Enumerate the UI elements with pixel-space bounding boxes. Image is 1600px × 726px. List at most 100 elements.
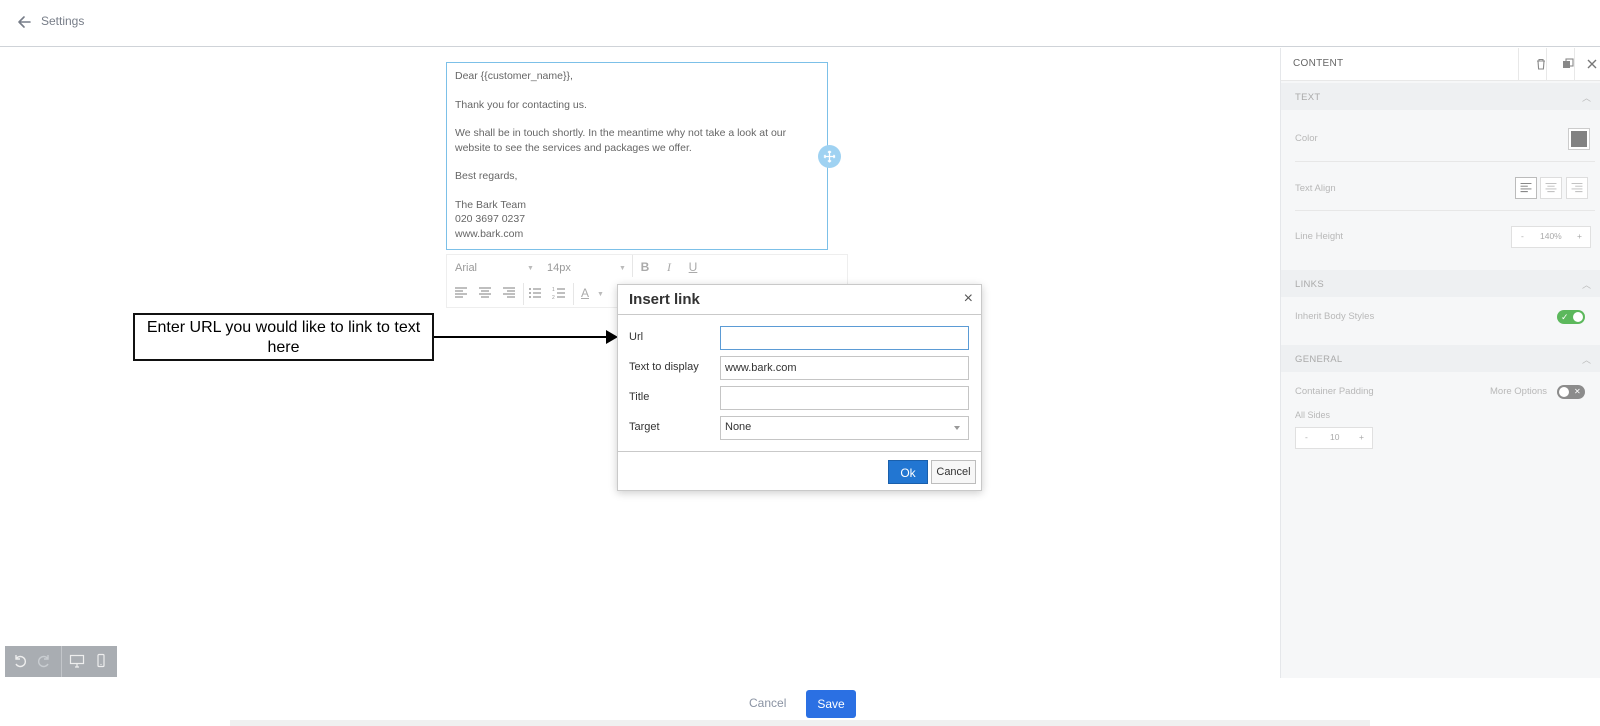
general-section-title: GENERAL <box>1295 354 1343 365</box>
dialog-cancel-button[interactable]: Cancel <box>931 460 976 484</box>
line-height-stepper[interactable]: - 140% + <box>1511 226 1591 248</box>
divider <box>632 255 633 277</box>
align-right-icon[interactable] <box>501 285 517 301</box>
email-line-2: We shall be in touch shortly. In the mea… <box>455 127 787 154</box>
italic-button[interactable]: I <box>661 259 677 275</box>
undo-icon[interactable] <box>12 653 28 669</box>
properties-panel: CONTENT TEXT ︿ Color Text Align Line Hei… <box>1280 48 1600 678</box>
divider <box>1546 48 1547 81</box>
close-icon[interactable]: × <box>964 291 973 307</box>
save-button[interactable]: Save <box>806 690 856 718</box>
target-row: Target None <box>629 416 974 440</box>
divider <box>1574 48 1575 81</box>
inherit-body-styles-toggle[interactable]: ✓ <box>1557 310 1585 324</box>
padding-stepper[interactable]: - 10 + <box>1295 427 1373 449</box>
email-greeting: Dear {{customer_name}}, <box>455 70 573 82</box>
text-section-title: TEXT <box>1295 92 1321 103</box>
email-text-block[interactable]: Dear {{customer_name}}, Thank you for co… <box>446 62 828 250</box>
align-right-icon[interactable] <box>1566 177 1588 199</box>
bold-button[interactable]: B <box>637 259 653 275</box>
align-left-icon[interactable] <box>1515 177 1537 199</box>
all-sides-label: All Sides <box>1295 410 1331 420</box>
footer-shadow <box>230 720 1370 726</box>
panel-header: CONTENT <box>1281 48 1600 81</box>
align-center-icon[interactable] <box>1540 177 1562 199</box>
text-section-header[interactable]: TEXT ︿ <box>1281 83 1600 110</box>
dialog-footer: Ok Cancel <box>618 451 981 491</box>
text-color-button[interactable]: A <box>577 285 593 301</box>
duplicate-icon[interactable] <box>1561 57 1575 71</box>
padding-decrement[interactable]: - <box>1305 432 1308 442</box>
text-align-label: Text Align <box>1295 183 1336 194</box>
line-height-decrement[interactable]: - <box>1521 231 1524 241</box>
redo-icon[interactable] <box>36 653 52 669</box>
more-options-label: More Options <box>1490 386 1548 397</box>
divider <box>1295 161 1595 162</box>
annotation-arrow <box>434 336 606 338</box>
toggle-knob <box>1573 312 1583 322</box>
color-swatch[interactable] <box>1568 128 1590 150</box>
padding-increment[interactable]: + <box>1359 432 1364 442</box>
divider <box>1518 48 1519 81</box>
numbered-list-icon[interactable]: 12 <box>551 285 567 301</box>
target-select-value: None <box>725 421 752 433</box>
url-row: Url <box>629 326 974 350</box>
insert-link-dialog: Insert link × Url Text to display Title … <box>617 284 982 491</box>
email-signature-web: www.bark.com <box>455 227 524 240</box>
dialog-header: Insert link × <box>618 285 981 315</box>
chevron-up-icon: ︿ <box>1581 93 1591 103</box>
text-to-display-row: Text to display <box>629 356 974 380</box>
mobile-icon[interactable] <box>93 653 109 669</box>
align-center-icon[interactable] <box>477 285 493 301</box>
move-handle[interactable] <box>818 145 841 168</box>
annotation-callout: Enter URL you would like to link to text… <box>133 313 434 361</box>
ok-button[interactable]: Ok <box>888 460 928 484</box>
padding-value: 10 <box>1330 432 1340 442</box>
x-icon: ✕ <box>1574 387 1581 396</box>
links-section-title: LINKS <box>1295 279 1324 290</box>
history-device-toolbar <box>5 646 117 677</box>
chevron-up-icon: ︿ <box>1581 355 1591 365</box>
divider <box>523 283 524 305</box>
divider <box>1295 210 1595 211</box>
links-section-header[interactable]: LINKS ︿ <box>1281 270 1600 297</box>
text-to-display-label: Text to display <box>629 361 699 373</box>
panel-title: CONTENT <box>1293 58 1344 69</box>
chevron-down-icon: ▼ <box>619 265 626 272</box>
font-family-select[interactable]: Arial <box>455 262 535 274</box>
close-icon[interactable] <box>1585 57 1599 71</box>
bullet-list-icon[interactable] <box>527 285 543 301</box>
title-row: Title <box>629 386 974 410</box>
top-bar: Settings <box>0 0 1600 47</box>
line-height-value: 140% <box>1540 231 1562 241</box>
cancel-button[interactable]: Cancel <box>749 696 786 710</box>
url-input[interactable] <box>720 326 969 350</box>
general-section-header[interactable]: GENERAL ︿ <box>1281 345 1600 372</box>
desktop-icon[interactable] <box>69 653 85 669</box>
line-height-increment[interactable]: + <box>1577 231 1582 241</box>
inherit-body-styles-label: Inherit Body Styles <box>1295 311 1375 322</box>
arrow-left-icon[interactable] <box>15 13 33 31</box>
text-to-display-input[interactable] <box>720 356 969 380</box>
font-size-select[interactable]: 14px <box>547 262 627 274</box>
more-options-toggle[interactable]: ✕ <box>1557 385 1585 399</box>
chevron-up-icon: ︿ <box>1581 280 1591 290</box>
title-input[interactable] <box>720 386 969 410</box>
url-label: Url <box>629 331 644 343</box>
svg-text:1: 1 <box>552 287 555 293</box>
line-height-label: Line Height <box>1295 231 1344 242</box>
move-icon <box>823 150 836 163</box>
target-label: Target <box>629 421 660 433</box>
underline-button[interactable]: U <box>685 259 701 275</box>
bottom-action-bar <box>0 678 1600 726</box>
toggle-knob <box>1559 387 1569 397</box>
divider <box>573 283 574 305</box>
chevron-down-icon: ▼ <box>597 291 604 298</box>
check-icon: ✓ <box>1561 312 1569 322</box>
divider <box>61 646 62 677</box>
chevron-down-icon <box>954 426 960 430</box>
email-closing: Best regards, <box>455 170 518 182</box>
align-left-icon[interactable] <box>453 285 469 301</box>
email-line-1: Thank you for contacting us. <box>455 98 587 111</box>
target-select[interactable]: None <box>720 416 969 440</box>
